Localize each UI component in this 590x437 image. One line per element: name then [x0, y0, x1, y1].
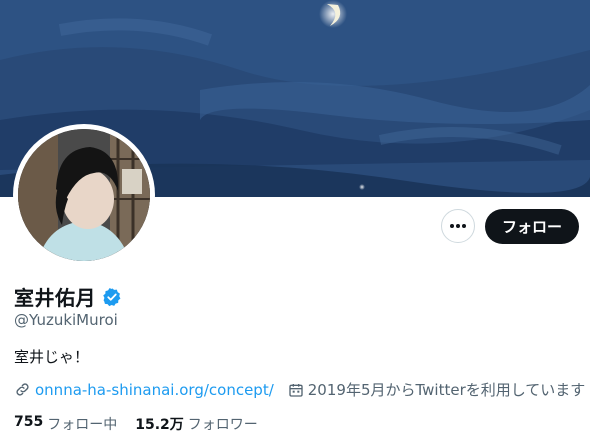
follow-button[interactable]: フォロー	[485, 209, 579, 244]
following-link[interactable]: 755 フォロー中	[14, 414, 117, 434]
link-icon	[16, 383, 29, 396]
profile-bio: 室井じゃ！	[14, 348, 90, 366]
avatar[interactable]	[18, 129, 150, 261]
calendar-icon	[289, 383, 303, 397]
avatar-photo	[18, 129, 150, 261]
following-label: フォロー中	[47, 417, 118, 433]
more-options-button[interactable]	[441, 209, 475, 243]
profile-link[interactable]: onnna-ha-shinanai.org/concept/	[35, 381, 274, 399]
profile-meta: onnna-ha-shinanai.org/concept/ 2019年5月から…	[14, 379, 585, 400]
join-date: 2019年5月からTwitterを利用しています	[288, 379, 586, 400]
followers-label: フォロワー	[187, 417, 258, 433]
more-dots-icon	[450, 224, 466, 228]
verified-badge-icon[interactable]	[102, 287, 122, 307]
display-name-row: 室井佑月	[14, 282, 122, 311]
follow-stats: 755 フォロー中 15.2万 フォロワー	[14, 414, 276, 434]
user-handle: @YuzukiMuroi	[14, 311, 118, 329]
join-date-text: 2019年5月からTwitterを利用しています	[307, 381, 586, 399]
display-name: 室井佑月	[14, 286, 96, 310]
followers-count: 15.2万	[135, 417, 184, 433]
following-count: 755	[14, 414, 44, 430]
followers-link[interactable]: 15.2万 フォロワー	[135, 414, 258, 434]
